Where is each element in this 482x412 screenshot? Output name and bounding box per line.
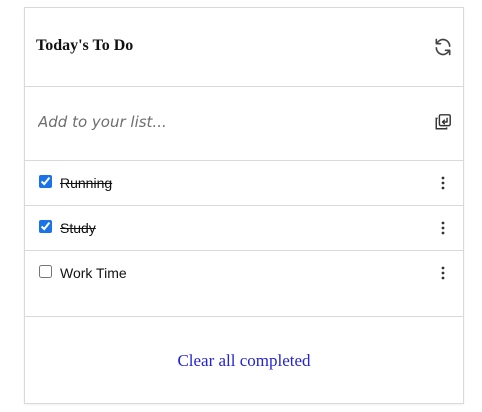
todo-footer: Clear all completed xyxy=(25,316,463,404)
more-vertical-icon[interactable] xyxy=(437,175,449,191)
todo-item: Running xyxy=(25,161,463,206)
todo-label: Study xyxy=(60,220,96,236)
todo-item: Work Time xyxy=(25,251,463,296)
refresh-icon[interactable] xyxy=(433,37,453,57)
todo-item: Study xyxy=(25,206,463,251)
todo-checkbox[interactable] xyxy=(39,175,52,188)
add-to-list-icon[interactable] xyxy=(434,113,452,131)
todo-card: Today's To Do Running S xyxy=(24,7,464,404)
todo-checkbox[interactable] xyxy=(39,265,52,278)
todo-checkbox[interactable] xyxy=(39,220,52,233)
todo-label: Running xyxy=(60,175,113,191)
clear-completed-button[interactable]: Clear all completed xyxy=(25,351,463,371)
todo-list: Running Study Work Time xyxy=(25,161,463,296)
todo-label: Work Time xyxy=(60,265,127,281)
more-vertical-icon[interactable] xyxy=(437,265,449,281)
add-todo-input[interactable] xyxy=(35,109,421,135)
page-title: Today's To Do xyxy=(36,37,134,54)
todo-header: Today's To Do xyxy=(25,8,463,87)
add-todo-row xyxy=(25,87,463,161)
more-vertical-icon[interactable] xyxy=(437,220,449,236)
